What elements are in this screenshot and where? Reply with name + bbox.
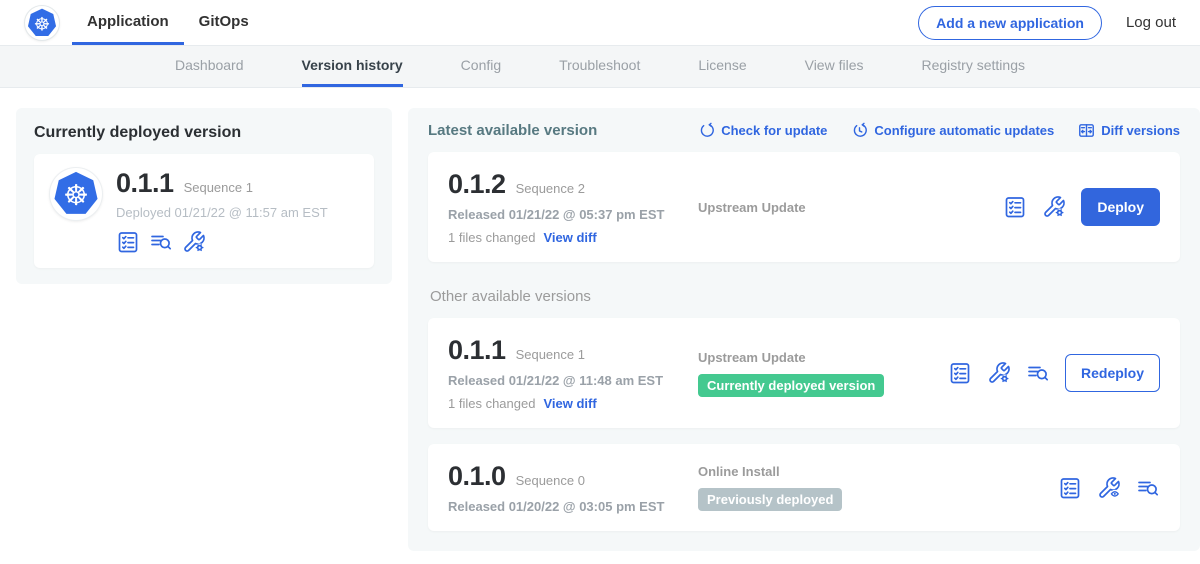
check-for-update-link[interactable]: Check for update [698,122,827,139]
edit-config-icon[interactable] [1042,195,1066,219]
diff-icon [1078,122,1095,139]
main-content: Currently deployed version ☸ 0.1.1 Seque… [0,88,1200,551]
tab-gitops-label: GitOps [199,13,249,30]
version-source-label: Upstream Update [698,200,948,215]
files-changed-label: 1 files changed [448,396,535,411]
deploy-button[interactable]: Deploy [1081,188,1160,226]
edit-config-icon[interactable] [987,361,1011,385]
subnav-tab-license[interactable]: License [698,46,746,87]
tab-application-label: Application [87,13,169,30]
deployed-timestamp: Deployed 01/21/22 @ 11:57 am EST [116,205,328,220]
view-diff-link[interactable]: View diff [543,230,596,245]
released-timestamp: Released 01/21/22 @ 05:37 pm EST [448,207,698,222]
tab-application[interactable]: Application [72,0,184,45]
released-timestamp: Released 01/20/22 @ 03:05 pm EST [448,499,698,514]
subnav-tab-dashboard[interactable]: Dashboard [175,46,244,87]
add-application-button[interactable]: Add a new application [918,6,1102,40]
version-number: 0.1.0 [448,461,506,492]
app-tabs: Application GitOps [72,0,264,45]
view-diff-link[interactable]: View diff [543,396,596,411]
preflight-checks-icon[interactable] [948,361,972,385]
logout-link[interactable]: Log out [1126,14,1176,31]
deployed-version-card: ☸ 0.1.1 Sequence 1 Deployed 01/21/22 @ 1… [34,154,374,268]
other-versions-title: Other available versions [430,288,1178,305]
preflight-checks-icon[interactable] [1058,476,1082,500]
view-logs-icon[interactable] [1136,476,1160,500]
version-history-panel: Latest available version Check for updat… [408,108,1200,551]
subnav-tab-version-history[interactable]: Version history [302,46,403,87]
version-row: 0.1.0 Sequence 0 Released 01/20/22 @ 03:… [428,444,1180,531]
panel-actions: Check for update Configure automatic upd… [698,122,1180,139]
subnav-tab-registry-settings[interactable]: Registry settings [922,46,1025,87]
top-header: ☸ Application GitOps Add a new applicati… [0,0,1200,46]
version-row: 0.1.1 Sequence 1 Released 01/21/22 @ 11:… [428,318,1180,428]
refresh-icon [698,122,715,139]
subnav-tab-troubleshoot[interactable]: Troubleshoot [559,46,640,87]
files-changed-label: 1 files changed [448,230,535,245]
kubernetes-logo-icon: ☸ [50,168,102,220]
version-number: 0.1.2 [448,169,506,200]
view-logs-icon[interactable] [149,230,173,254]
sequence-label: Sequence 0 [516,473,585,488]
deployed-sequence-label: Sequence 1 [184,180,253,195]
subnav-tab-view-files[interactable]: View files [805,46,864,87]
sequence-label: Sequence 1 [516,347,585,362]
previously-deployed-badge: Previously deployed [698,488,842,511]
currently-deployed-badge: Currently deployed version [698,374,884,397]
preflight-checks-icon[interactable] [116,230,140,254]
preflight-checks-icon[interactable] [1003,195,1027,219]
version-source-label: Upstream Update [698,350,948,365]
kubernetes-logo-icon: ☸ [24,5,60,41]
currently-deployed-title: Currently deployed version [34,124,374,142]
subnav-tab-config[interactable]: Config [461,46,501,87]
tab-gitops[interactable]: GitOps [184,0,264,45]
version-number: 0.1.1 [448,335,506,366]
svg-text:☸: ☸ [34,13,51,34]
edit-config-icon[interactable] [182,230,206,254]
diff-versions-link[interactable]: Diff versions [1078,122,1180,139]
version-source-label: Online Install [698,464,948,479]
redeploy-button[interactable]: Redeploy [1065,354,1160,392]
svg-text:☸: ☸ [63,180,89,212]
currently-deployed-card: Currently deployed version ☸ 0.1.1 Seque… [16,108,392,284]
view-logs-icon[interactable] [1026,361,1050,385]
released-timestamp: Released 01/21/22 @ 11:48 am EST [448,373,698,388]
latest-version-title: Latest available version [428,122,597,139]
sequence-label: Sequence 2 [516,181,585,196]
header-right: Add a new application Log out [918,0,1176,45]
deployed-version-number: 0.1.1 [116,168,174,199]
version-row: 0.1.2 Sequence 2 Released 01/21/22 @ 05:… [428,152,1180,262]
app-subnav: Dashboard Version history Config Trouble… [0,46,1200,88]
auto-update-clock-icon [851,122,868,139]
configure-automatic-updates-link[interactable]: Configure automatic updates [851,122,1054,139]
view-config-icon[interactable] [1097,476,1121,500]
